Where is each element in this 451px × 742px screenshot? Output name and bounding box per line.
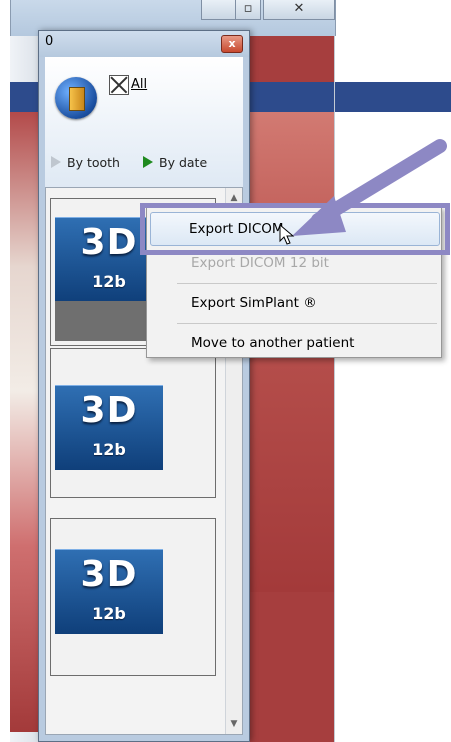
menu-separator xyxy=(177,323,437,324)
close-icon[interactable]: x xyxy=(221,35,243,53)
study-3d-label: 3D xyxy=(80,390,138,431)
toolbar: All By tooth By date xyxy=(45,57,243,187)
study-item[interactable]: 3D 12b xyxy=(50,348,216,498)
study-thumbnail[interactable]: 3D 12b xyxy=(55,385,163,470)
menu-item-export-dicom-12bit: Export DICOM 12 bit xyxy=(191,255,329,271)
background-blue-bar xyxy=(10,82,38,112)
highlight-frame xyxy=(140,203,450,255)
study-bits-label: 12b xyxy=(92,604,126,623)
close-button[interactable]: ✕ xyxy=(263,0,335,20)
menu-item-move-to-another-patient[interactable]: Move to another patient xyxy=(191,335,354,351)
all-label[interactable]: All xyxy=(131,77,147,92)
study-bits-label: 12b xyxy=(92,440,126,459)
background-blue-bar xyxy=(250,82,334,112)
sort-by-date-label: By date xyxy=(159,155,208,170)
sort-by-tooth-label: By tooth xyxy=(67,155,120,170)
teeth-image xyxy=(10,112,38,732)
study-item[interactable]: 3D 12b xyxy=(50,518,216,676)
background-blue-bar xyxy=(335,82,451,112)
door-glyph xyxy=(69,87,85,111)
mouse-pointer-icon xyxy=(279,224,295,245)
sort-by-tooth[interactable]: By tooth xyxy=(51,155,120,170)
background-right-panel xyxy=(334,36,451,742)
window-titlebar: 0 x xyxy=(39,31,249,57)
study-browser-window: 0 x All By tooth By date 3D 12b 3D 12b 3… xyxy=(38,30,250,742)
window-title: 0 xyxy=(45,34,54,49)
menu-separator xyxy=(177,283,437,284)
sort-by-date[interactable]: By date xyxy=(143,155,207,170)
patient-door-icon[interactable] xyxy=(55,77,97,119)
study-thumbnail[interactable]: 3D 12b xyxy=(55,549,163,634)
background-image-panel xyxy=(250,36,334,742)
play-green-icon xyxy=(143,156,153,168)
scroll-down-icon[interactable]: ▼ xyxy=(226,716,242,732)
play-gray-icon xyxy=(51,156,61,168)
study-3d-label: 3D xyxy=(80,554,138,595)
checkbox-x-icon[interactable] xyxy=(109,75,129,95)
maximize-button[interactable]: ▫ xyxy=(235,0,261,20)
menu-item-export-simplant[interactable]: Export SimPlant ® xyxy=(191,295,317,311)
